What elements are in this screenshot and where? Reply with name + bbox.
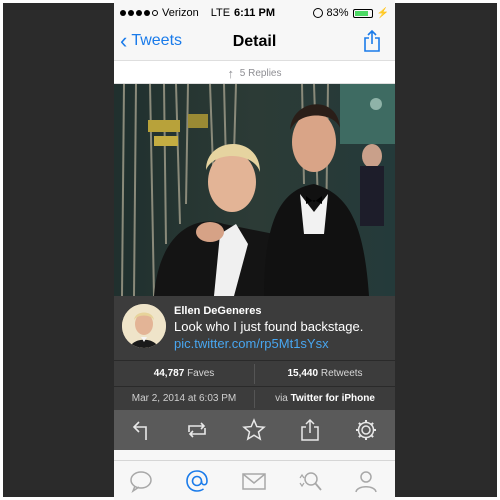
faves-stat[interactable]: 44,787 Faves xyxy=(114,361,254,387)
battery-info: 83% ⚡ xyxy=(312,7,389,19)
replies-link[interactable]: ↑ 5 Replies xyxy=(114,60,395,84)
favorite-star-icon[interactable] xyxy=(242,418,266,442)
author-name[interactable]: Ellen DeGeneres xyxy=(174,305,261,317)
tweet-stats: 44,787 Faves 15,440 Retweets xyxy=(114,360,395,386)
share-icon[interactable] xyxy=(363,29,381,53)
screenshot-frame: Verizon LTE 6:11 PM 83% ⚡ ‹ Tweets Detai… xyxy=(0,0,500,500)
mentions-at-icon[interactable] xyxy=(184,469,210,493)
tab-bar xyxy=(114,460,395,500)
author-avatar-image xyxy=(122,304,166,348)
backstage-photo-image xyxy=(114,84,395,296)
battery-icon xyxy=(352,8,373,18)
replies-label: 5 Replies xyxy=(239,68,282,80)
retweets-label: Retweets xyxy=(320,368,363,379)
tweet-media-link[interactable]: pic.twitter.com/rp5Mt1sYsx xyxy=(174,336,329,351)
up-arrow-icon: ↑ xyxy=(227,66,235,81)
avatar[interactable] xyxy=(122,304,166,348)
tweet-card: Ellen DeGeneres Look who I just found ba… xyxy=(114,296,395,360)
status-bar: Verizon LTE 6:11 PM 83% ⚡ xyxy=(114,0,395,26)
phone-screen: Verizon LTE 6:11 PM 83% ⚡ ‹ Tweets Detai… xyxy=(114,0,395,500)
rotation-lock-icon xyxy=(312,8,323,18)
client-name[interactable]: Twitter for iPhone xyxy=(291,393,375,404)
reply-icon[interactable] xyxy=(130,418,154,442)
navigation-bar: ‹ Tweets Detail xyxy=(114,26,395,60)
tweet-text: Look who I just found backstage. xyxy=(174,319,364,334)
retweet-icon[interactable] xyxy=(185,418,209,442)
left-bezel xyxy=(3,3,114,497)
tweet-photo[interactable] xyxy=(114,84,395,296)
via-prefix: via xyxy=(275,393,288,404)
search-magnifier-icon[interactable] xyxy=(297,469,323,493)
tweet-source: via Twitter for iPhone xyxy=(255,387,395,411)
retweets-count: 15,440 xyxy=(287,368,319,379)
faves-label: Faves xyxy=(187,368,215,379)
faves-count: 44,787 xyxy=(153,368,185,379)
timeline-bubble-icon[interactable] xyxy=(128,469,154,493)
tab-bar-spacer xyxy=(114,450,395,460)
page-title: Detail xyxy=(232,33,277,50)
profile-person-icon[interactable] xyxy=(353,469,379,493)
battery-percent: 83% xyxy=(326,7,349,19)
messages-envelope-icon[interactable] xyxy=(241,469,267,493)
retweets-stat[interactable]: 15,440 Retweets xyxy=(255,361,395,387)
tweet-action-bar xyxy=(114,410,395,450)
tweet-timestamp: Mar 2, 2014 at 6:03 PM xyxy=(131,393,237,404)
tweet-meta: Mar 2, 2014 at 6:03 PM via Twitter for i… xyxy=(114,386,395,410)
charging-bolt-icon: ⚡ xyxy=(376,7,389,19)
share-icon[interactable] xyxy=(298,418,322,442)
right-bezel xyxy=(395,3,497,497)
settings-gear-icon[interactable] xyxy=(354,418,378,442)
